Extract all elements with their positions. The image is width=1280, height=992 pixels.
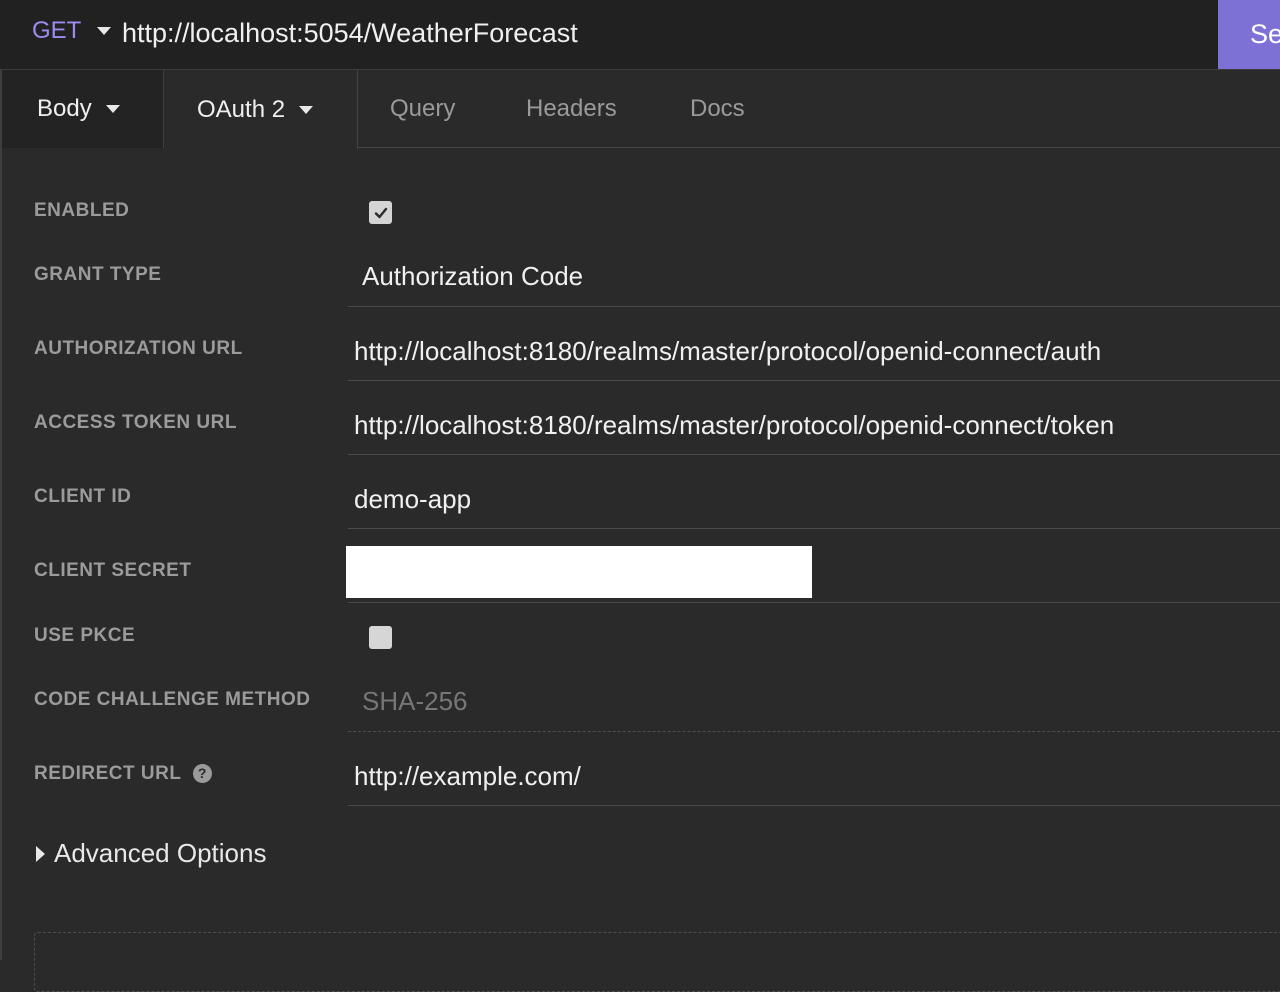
tab-query[interactable]: Query [390,70,455,148]
field-underline [348,528,1280,529]
enabled-label: ENABLED [34,200,130,221]
tab-body-label: Body [37,95,92,122]
grant-type-select[interactable]: Authorization Code [362,261,583,292]
tab-headers[interactable]: Headers [526,70,617,148]
field-underline [348,380,1280,381]
advanced-options-label: Advanced Options [54,838,267,868]
client-id-input[interactable]: demo-app [354,484,471,515]
tab-auth-label: OAuth 2 [197,95,286,123]
code-challenge-method-label: CODE CHALLENGE METHOD [34,689,311,710]
panel-border [0,148,2,960]
advanced-options-panel [34,932,1280,992]
field-underline [348,602,1280,603]
tab-body[interactable]: Body [0,70,164,148]
access-token-url-label: ACCESS TOKEN URL [34,412,237,433]
field-underline [348,454,1280,455]
use-pkce-label: USE PKCE [34,625,136,646]
method-selector[interactable]: GET [32,17,112,45]
grant-type-label: GRANT TYPE [34,264,162,285]
oauth-form: ENABLED GRANT TYPE Authorization Code AU… [0,148,1280,992]
tab-docs[interactable]: Docs [690,70,745,148]
send-button[interactable]: Send [1218,0,1280,69]
use-pkce-checkbox[interactable] [369,626,392,649]
method-label: GET [32,17,82,44]
checkmark-icon [374,207,387,218]
code-challenge-method-select[interactable]: SHA-256 [362,686,468,717]
field-underline [348,731,1280,732]
redirect-url-label-row: REDIRECT URL ? [34,763,212,785]
authorization-url-input[interactable]: http://localhost:8180/realms/master/prot… [354,336,1101,367]
field-underline [348,805,1280,806]
authorization-url-label: AUTHORIZATION URL [34,338,243,359]
url-bar: GET http://localhost:5054/WeatherForecas… [0,0,1280,70]
redirect-url-input[interactable]: http://example.com/ [354,761,581,792]
url-input[interactable]: http://localhost:5054/WeatherForecast [122,18,578,49]
redirect-url-label: REDIRECT URL [34,763,182,784]
chevron-down-icon [299,105,314,114]
help-icon[interactable]: ? [192,763,212,783]
advanced-options-toggle[interactable]: Advanced Options [36,838,266,869]
chevron-down-icon [105,105,120,113]
enabled-checkbox[interactable] [369,201,392,224]
caret-right-icon [36,845,45,862]
request-tabs: Body OAuth 2 Query Headers Docs [0,70,1280,149]
client-id-label: CLIENT ID [34,486,132,507]
client-secret-label: CLIENT SECRET [34,560,192,581]
tab-auth[interactable]: OAuth 2 [164,70,358,149]
chevron-down-icon [97,27,112,35]
access-token-url-input[interactable]: http://localhost:8180/realms/master/prot… [354,410,1114,441]
client-secret-input[interactable] [346,546,812,598]
field-underline [348,306,1280,307]
